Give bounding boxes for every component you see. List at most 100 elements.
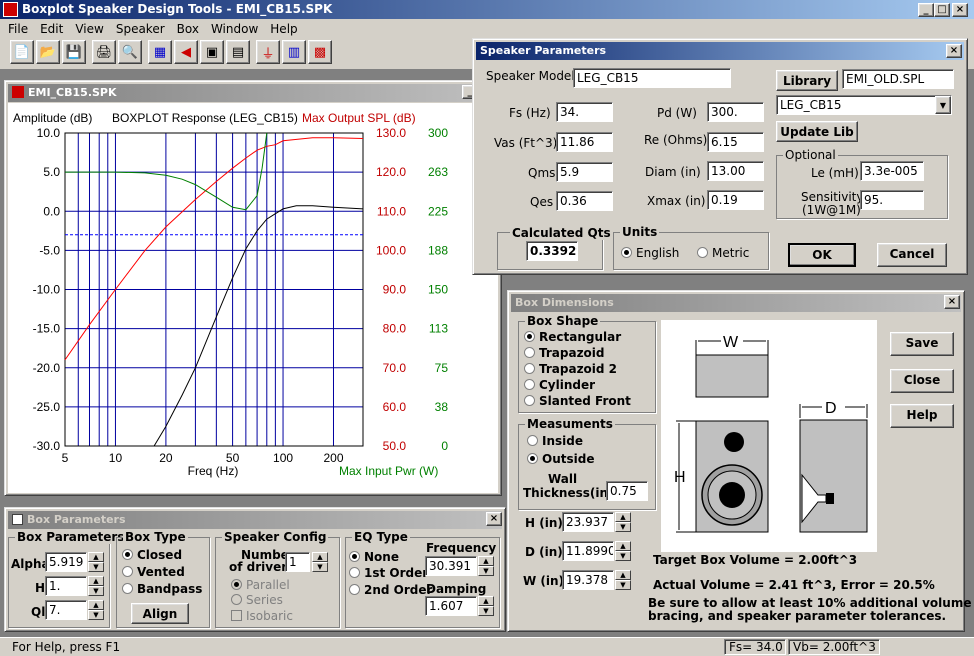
xmax-input[interactable]: 0.19: [707, 190, 764, 210]
w-down-icon[interactable]: ▼: [615, 580, 631, 590]
h-input[interactable]: 23.937: [562, 512, 614, 532]
print-icon[interactable]: 🖨: [92, 40, 116, 64]
box-params-close-button[interactable]: ×: [486, 512, 502, 526]
qes-input[interactable]: 0.36: [556, 191, 613, 211]
eq-second-radio[interactable]: 2nd Order: [349, 583, 432, 597]
damping-up-icon[interactable]: ▲: [478, 596, 494, 606]
graph-icon[interactable]: ▤: [226, 40, 250, 64]
eq-first-radio[interactable]: 1st Order: [349, 566, 428, 580]
h-spinner[interactable]: ▲ ▼: [615, 512, 631, 532]
cancel-button[interactable]: Cancel: [877, 243, 947, 267]
pd-input[interactable]: 300.: [707, 102, 764, 122]
trapazoid-radio-dot[interactable]: [524, 347, 535, 358]
speaker-icon[interactable]: ◀: [174, 40, 198, 64]
alpha-up-icon[interactable]: ▲: [88, 552, 104, 562]
ql-up-icon[interactable]: ▲: [88, 600, 104, 610]
shape-trapazoid-radio[interactable]: Trapazoid: [524, 346, 605, 360]
amp-icon[interactable]: ▩: [308, 40, 332, 64]
damping-input[interactable]: 1.607: [425, 596, 477, 616]
menu-speaker[interactable]: Speaker: [116, 22, 165, 36]
eq-first-radio-dot[interactable]: [349, 567, 360, 578]
english-radio-dot[interactable]: [621, 247, 632, 258]
d-spinner[interactable]: ▲ ▼: [615, 541, 631, 561]
eq-none-radio[interactable]: None: [349, 550, 399, 564]
closed-radio[interactable]: Closed: [122, 548, 182, 562]
bandpass-radio[interactable]: Bandpass: [122, 582, 202, 596]
menu-box[interactable]: Box: [177, 22, 199, 36]
frequency-down-icon[interactable]: ▼: [478, 566, 494, 576]
fs-input[interactable]: 34.: [556, 102, 613, 122]
library-file-input[interactable]: EMI_OLD.SPL: [842, 69, 954, 89]
ok-button[interactable]: OK: [788, 243, 856, 267]
speaker-model-input[interactable]: LEG_CB15: [573, 68, 731, 88]
update-lib-button[interactable]: Update Lib: [776, 121, 858, 142]
frequency-input[interactable]: 30.391: [425, 556, 477, 576]
eq-second-radio-dot[interactable]: [349, 584, 360, 595]
shape-trapazoid2-radio[interactable]: Trapazoid 2: [524, 362, 617, 376]
alpha-down-icon[interactable]: ▼: [88, 562, 104, 572]
new-icon[interactable]: 📄: [10, 40, 34, 64]
outside-radio-dot[interactable]: [527, 453, 538, 464]
box-dim-close-button[interactable]: ×: [944, 295, 960, 309]
close-button[interactable]: ×: [952, 3, 968, 17]
metric-radio[interactable]: Metric: [697, 246, 749, 260]
h-param-spinner[interactable]: ▲ ▼: [88, 576, 104, 596]
align-button[interactable]: Align: [131, 603, 189, 624]
library-speaker-select[interactable]: LEG_CB15 ▼: [776, 95, 952, 115]
drivers-down-icon[interactable]: ▼: [312, 562, 328, 572]
help-button[interactable]: Help: [890, 404, 954, 428]
re-input[interactable]: 6.15: [707, 132, 764, 152]
shape-slanted-radio[interactable]: Slanted Front: [524, 394, 631, 408]
inside-radio[interactable]: Inside: [527, 434, 583, 448]
outside-radio[interactable]: Outside: [527, 452, 594, 466]
save-icon[interactable]: 💾: [62, 40, 86, 64]
damping-down-icon[interactable]: ▼: [478, 606, 494, 616]
w-spinner[interactable]: ▲ ▼: [615, 570, 631, 590]
shape-rectangular-radio[interactable]: Rectangular: [524, 330, 621, 344]
ql-input[interactable]: 7.: [45, 600, 87, 620]
d-down-icon[interactable]: ▼: [615, 551, 631, 561]
frequency-spinner[interactable]: ▲ ▼: [478, 556, 494, 576]
sensitivity-input[interactable]: 95.: [860, 190, 924, 210]
rectangular-radio-dot[interactable]: [524, 331, 535, 342]
damping-spinner[interactable]: ▲ ▼: [478, 596, 494, 616]
ql-down-icon[interactable]: ▼: [88, 610, 104, 620]
h-up-icon[interactable]: ▲: [615, 512, 631, 522]
d-input[interactable]: 11.8990: [562, 541, 614, 561]
closed-radio-dot[interactable]: [122, 549, 133, 560]
slanted-radio-dot[interactable]: [524, 395, 535, 406]
chevron-down-icon[interactable]: ▼: [935, 96, 951, 114]
h-param-up-icon[interactable]: ▲: [88, 576, 104, 586]
d-up-icon[interactable]: ▲: [615, 541, 631, 551]
diam-input[interactable]: 13.00: [707, 161, 764, 181]
open-icon[interactable]: 📂: [36, 40, 60, 64]
w-input[interactable]: 19.378: [562, 570, 614, 590]
menu-view[interactable]: View: [75, 22, 103, 36]
menu-edit[interactable]: Edit: [40, 22, 63, 36]
driver-icon[interactable]: ▦: [148, 40, 172, 64]
filter-icon[interactable]: ⏚: [256, 40, 280, 64]
h-param-input[interactable]: 1.: [45, 576, 87, 596]
english-radio[interactable]: English: [621, 246, 679, 260]
drivers-up-icon[interactable]: ▲: [312, 552, 328, 562]
frequency-up-icon[interactable]: ▲: [478, 556, 494, 566]
zoom-icon[interactable]: 🔍: [118, 40, 142, 64]
alpha-input[interactable]: 5.919: [45, 552, 87, 572]
maximize-button[interactable]: □: [934, 3, 950, 17]
drivers-input[interactable]: 1: [285, 552, 310, 572]
close-dialog-button[interactable]: Close: [890, 369, 954, 393]
eq-none-radio-dot[interactable]: [349, 551, 360, 562]
menu-window[interactable]: Window: [211, 22, 258, 36]
h-down-icon[interactable]: ▼: [615, 522, 631, 532]
save-button[interactable]: Save: [890, 332, 954, 356]
menu-file[interactable]: File: [8, 22, 28, 36]
cylinder-radio-dot[interactable]: [524, 379, 535, 390]
h-param-down-icon[interactable]: ▼: [88, 586, 104, 596]
vas-input[interactable]: 11.86: [556, 132, 613, 152]
le-input[interactable]: 3.3e-005: [860, 161, 924, 181]
inside-radio-dot[interactable]: [527, 435, 538, 446]
crossover-icon[interactable]: ▥: [282, 40, 306, 64]
vented-radio-dot[interactable]: [122, 566, 133, 577]
wall-thickness-input[interactable]: 0.75: [606, 481, 648, 501]
menu-help[interactable]: Help: [270, 22, 297, 36]
